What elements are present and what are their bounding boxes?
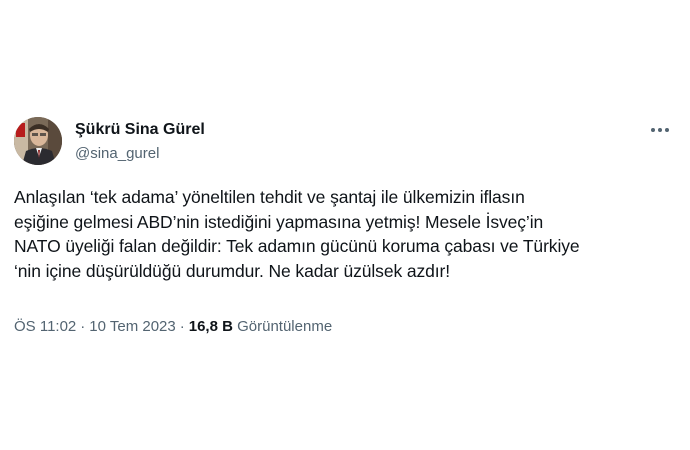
tweet-text: Anlaşılan ‘tek adama’ yöneltilen tehdit … — [14, 185, 679, 283]
meta-separator: · — [80, 318, 86, 335]
tweet-text-line: eşiğine gelmesi ABD’nin istediğini yapma… — [14, 211, 544, 232]
avatar[interactable] — [14, 117, 62, 165]
meta-separator: · — [179, 318, 185, 335]
tweet-date[interactable]: 10 Tem 2023 — [89, 318, 175, 335]
more-horizontal-icon[interactable] — [648, 120, 672, 140]
tweet-text-line: Anlaşılan ‘tek adama’ yöneltilen tehdit … — [14, 187, 525, 207]
views-count[interactable]: 16,8 B — [189, 318, 233, 335]
views-label[interactable]: Görüntülenme — [237, 318, 332, 335]
author-handle[interactable]: @sina_gurel — [75, 145, 159, 162]
tweet-card: Şükrü Sina Gürel @sina_gurel Anlaşılan ‘… — [0, 0, 690, 450]
tweet-text-line: NATO üyeliği falan değildir: Tek adamın … — [14, 236, 580, 256]
tweet-meta: ÖS 11:02 · 10 Tem 2023 · 16,8 B Görüntülenme — [14, 318, 332, 335]
tweet-text-line: ‘nin içine düşürüldüğü durumdur. Ne kada… — [14, 260, 451, 281]
author-name[interactable]: Şükrü Sina Gürel — [75, 121, 205, 139]
tweet-time[interactable]: ÖS 11:02 — [14, 318, 76, 335]
